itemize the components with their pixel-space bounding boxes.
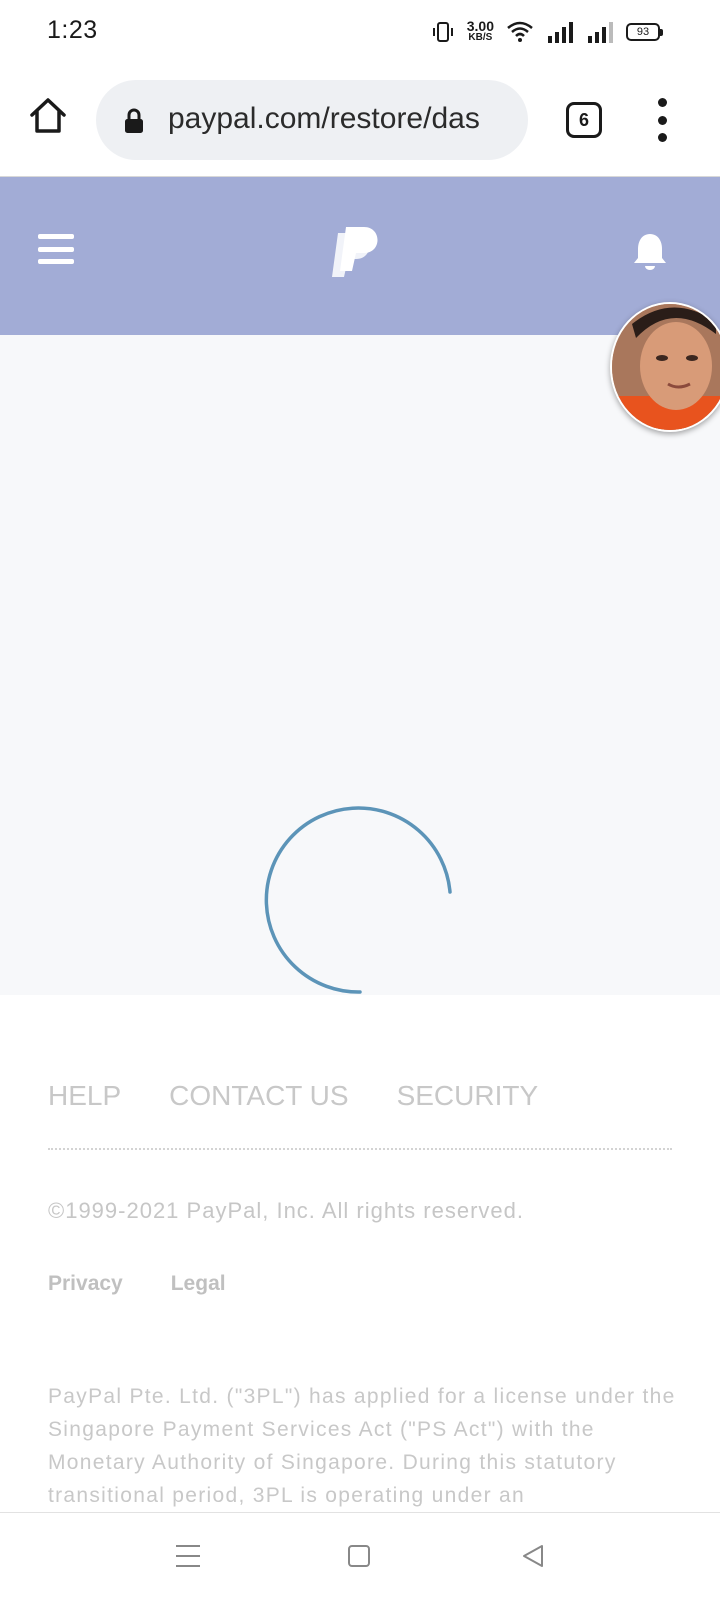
signal-icon bbox=[548, 22, 573, 43]
battery-icon: 93 bbox=[626, 23, 663, 41]
status-time: 1:23 bbox=[47, 16, 98, 44]
address-bar[interactable]: paypal.com/restore/das bbox=[96, 80, 528, 160]
chat-head-avatar[interactable] bbox=[610, 302, 720, 432]
loading-spinner bbox=[264, 806, 452, 994]
paypal-header bbox=[0, 177, 720, 335]
footer-divider bbox=[48, 1148, 672, 1150]
wifi-icon bbox=[507, 21, 533, 42]
tab-count: 6 bbox=[578, 109, 589, 130]
back-icon[interactable] bbox=[520, 1543, 546, 1569]
home-icon[interactable] bbox=[28, 96, 68, 136]
legal-links: Privacy Legal bbox=[48, 1272, 226, 1296]
paypal-logo bbox=[332, 227, 378, 277]
copyright-text: ©1999-2021 PayPal, Inc. All rights reser… bbox=[48, 1198, 524, 1223]
contact-us-link[interactable]: CONTACT US bbox=[169, 1080, 348, 1112]
recents-icon[interactable] bbox=[176, 1545, 200, 1567]
browser-toolbar: paypal.com/restore/das 6 bbox=[0, 64, 720, 177]
footer-links: HELP CONTACT US SECURITY bbox=[48, 1080, 672, 1112]
security-link[interactable]: SECURITY bbox=[397, 1080, 539, 1112]
home-nav-icon[interactable] bbox=[348, 1545, 370, 1567]
lock-icon bbox=[125, 108, 143, 133]
footer: HELP CONTACT US SECURITY ©1999-2021 PayP… bbox=[48, 1080, 674, 1507]
battery-level: 93 bbox=[636, 26, 650, 38]
main-content bbox=[0, 335, 720, 995]
help-link[interactable]: HELP bbox=[48, 1080, 121, 1112]
more-options-icon[interactable] bbox=[656, 98, 668, 142]
privacy-link[interactable]: Privacy bbox=[48, 1272, 123, 1296]
network-speed-value: 3.00 bbox=[466, 18, 494, 34]
system-navigation-bar bbox=[0, 1512, 720, 1601]
vibrate-icon bbox=[432, 22, 453, 42]
legal-link[interactable]: Legal bbox=[171, 1272, 226, 1296]
network-speed: 3.00 KB/S bbox=[466, 18, 494, 44]
bell-icon[interactable] bbox=[632, 231, 668, 271]
signal-icon-2 bbox=[588, 22, 613, 43]
status-icons: 3.00 KB/S 93 bbox=[431, 18, 663, 46]
status-bar: 1:23 3.00 KB/S 93 bbox=[0, 0, 720, 64]
network-speed-unit: KB/S bbox=[468, 32, 493, 43]
hamburger-menu-icon[interactable] bbox=[38, 234, 74, 264]
license-text: PayPal Pte. Ltd. ("3PL") has applied for… bbox=[48, 1385, 676, 1507]
url-text: paypal.com/restore/das bbox=[168, 102, 480, 135]
tab-switcher-button[interactable]: 6 bbox=[566, 102, 602, 138]
